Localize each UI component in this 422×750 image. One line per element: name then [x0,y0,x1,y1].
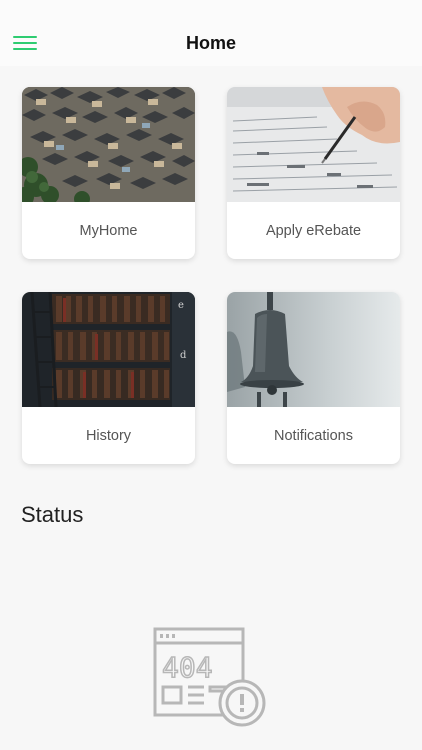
myhome-card[interactable]: MyHome [22,87,195,259]
card-label: Notifications [274,427,353,444]
page-title: Home [185,33,236,53]
bookshelf-image: e d [22,292,195,407]
apply-erebate-card[interactable]: Apply eRebate [227,87,400,259]
app-header: Home [0,0,422,66]
notifications-card[interactable]: Notifications [227,292,400,464]
svg-text:e: e [178,300,184,311]
error-code-text: 404 [162,651,213,684]
card-label: Apply eRebate [265,222,362,239]
svg-text:d: d [180,350,187,361]
bell-image [227,292,400,407]
card-label: MyHome [79,222,138,239]
status-heading: Status [21,502,84,527]
filling-form-image [227,87,400,202]
history-card[interactable]: e d History [22,292,195,464]
404-page-error-icon: 404 [150,625,270,730]
card-label: History [85,427,132,444]
aerial-houses-image [22,87,195,202]
